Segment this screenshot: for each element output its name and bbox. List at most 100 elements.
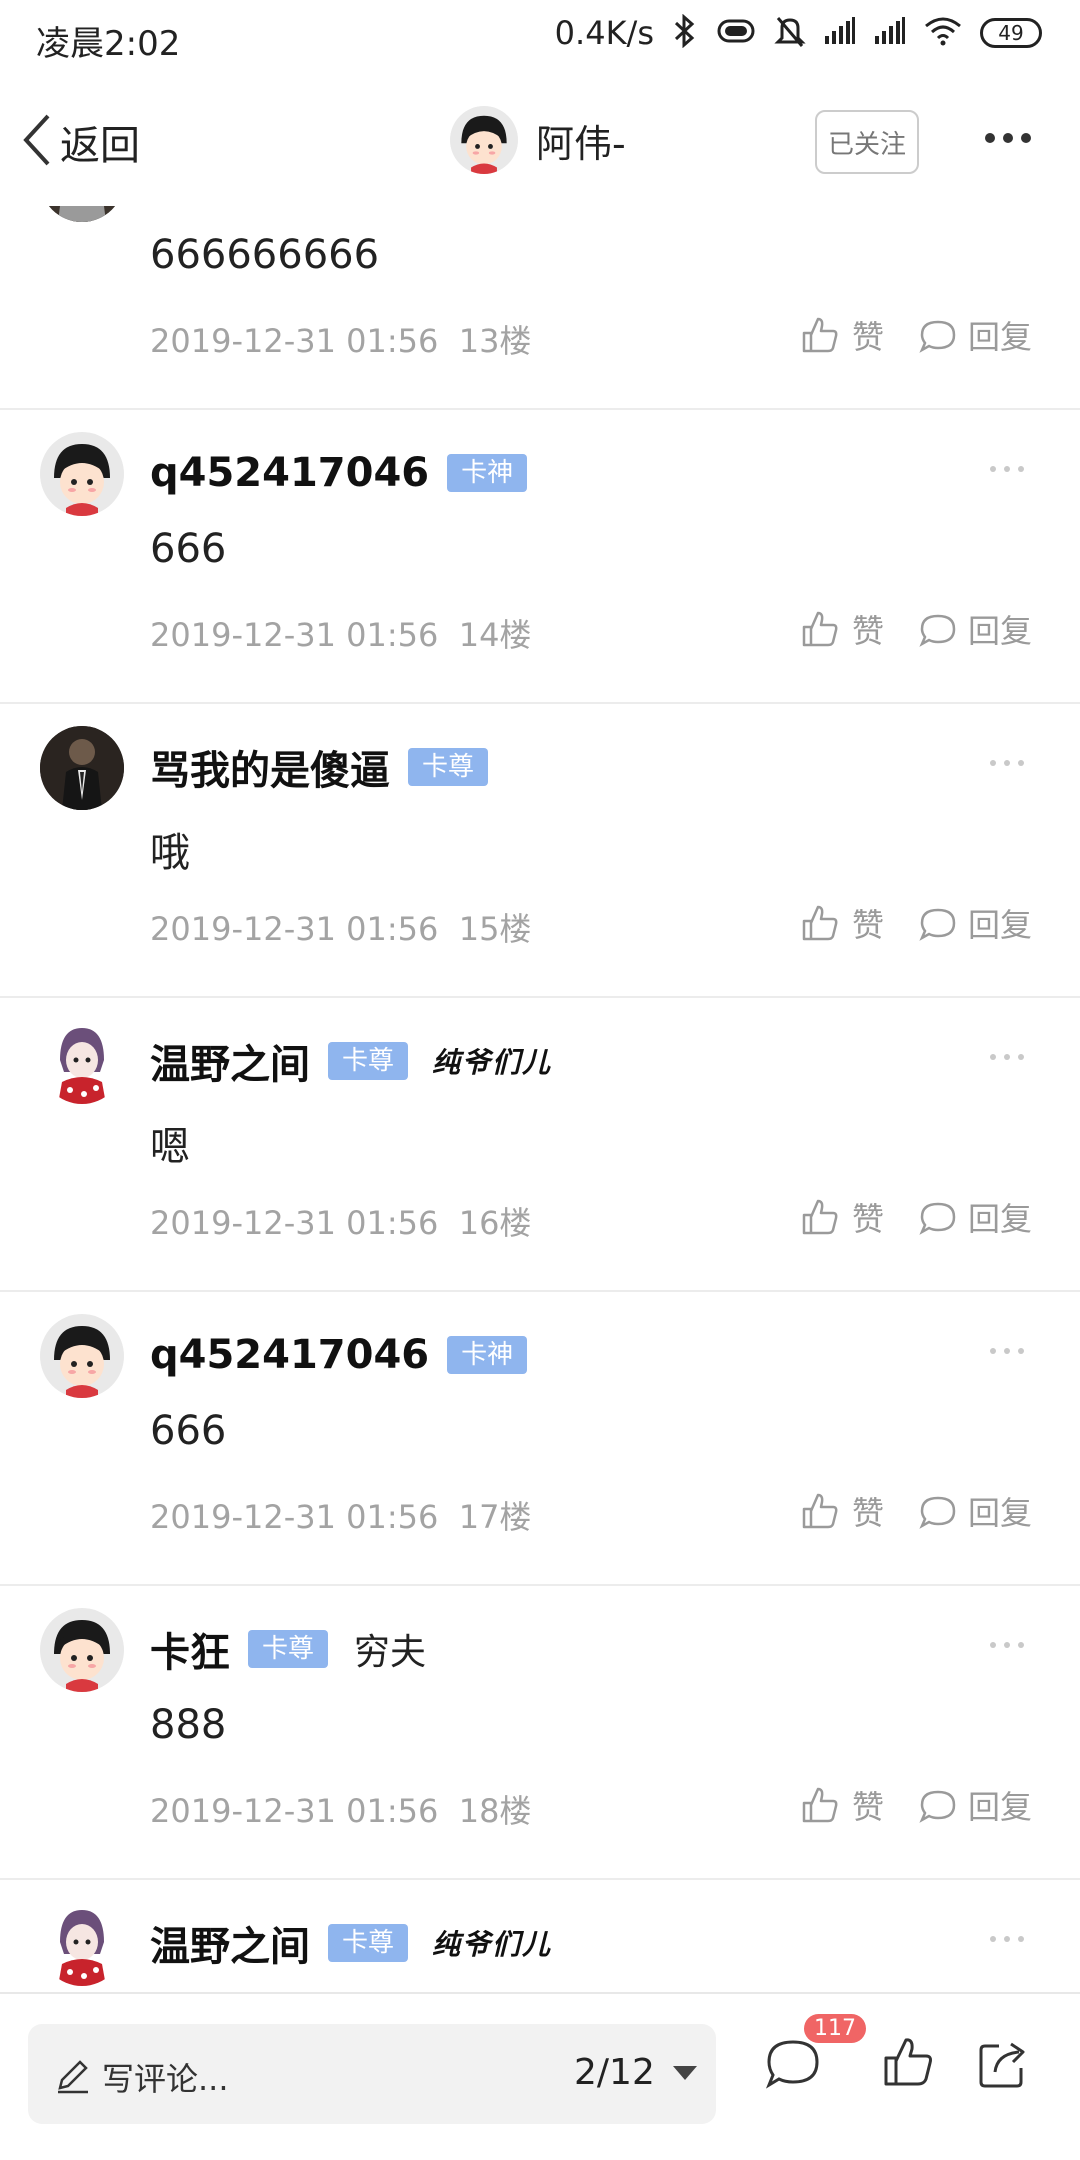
- comment-more-icon[interactable]: [990, 1348, 1024, 1354]
- like-post-button[interactable]: [880, 2034, 936, 2094]
- comment-text: 666: [150, 1408, 227, 1454]
- comment-placeholder: 写评论...: [102, 2060, 229, 2098]
- author-info[interactable]: 阿伟-: [450, 106, 626, 174]
- signal-icon: [874, 16, 906, 50]
- commenter-name[interactable]: 卡狂: [150, 1620, 230, 1678]
- like-button[interactable]: 赞: [800, 1782, 884, 1828]
- pencil-icon: [54, 2056, 92, 2098]
- comment-header: q452417046 卡神: [150, 1326, 528, 1384]
- comment-text: 888: [150, 1702, 227, 1748]
- reply-button[interactable]: 回复: [918, 1488, 1032, 1534]
- comment-item: 骂我的是傻逼 卡尊 哦 2019-12-31 01:56 15楼 赞 回复: [0, 704, 1080, 998]
- mute-icon: [774, 14, 806, 52]
- comment-input[interactable]: 写评论... 2/12: [28, 2024, 716, 2124]
- level-badge: 卡神: [447, 454, 528, 492]
- comment-item: q452417046 卡神 666 2019-12-31 01:56 17楼 赞…: [0, 1292, 1080, 1586]
- comment-item: 卡狂 卡尊 穷夫 888 2019-12-31 01:56 18楼 赞 回复: [0, 1586, 1080, 1880]
- commenter-name[interactable]: q452417046: [150, 1332, 429, 1378]
- like-button[interactable]: 赞: [800, 1194, 884, 1240]
- page-indicator[interactable]: 2/12: [574, 2052, 655, 2093]
- comment-floor: 17楼: [458, 1498, 532, 1536]
- level-badge: 卡尊: [408, 748, 489, 786]
- cartoon-avatar-icon[interactable]: [40, 1608, 124, 1692]
- commenter-name[interactable]: q452417046: [150, 450, 429, 496]
- follow-button[interactable]: 已关注: [815, 110, 919, 174]
- comment-more-icon[interactable]: [990, 466, 1024, 472]
- comment-date: 2019-12-31 01:56: [150, 322, 439, 360]
- comment-meta: 2019-12-31 01:56 18楼: [150, 1786, 531, 1832]
- comment-text: 666: [150, 526, 227, 572]
- level-badge: 卡尊: [248, 1630, 329, 1668]
- caret-down-icon[interactable]: [673, 2066, 697, 2080]
- more-dots-icon[interactable]: [985, 133, 1031, 143]
- comment-more-icon[interactable]: [990, 760, 1024, 766]
- comment-floor: 14楼: [458, 616, 532, 654]
- comment-header: 骂我的是傻逼 卡尊: [150, 738, 489, 796]
- vibrate-icon: [716, 16, 756, 50]
- user-tag: 穷夫: [354, 1632, 427, 1673]
- commenter-name[interactable]: 骂我的是傻逼: [150, 738, 390, 796]
- reply-label: 回复: [968, 318, 1033, 356]
- share-button[interactable]: [975, 2036, 1031, 2096]
- thumb-up-icon: [802, 1199, 838, 1235]
- reply-button[interactable]: 回复: [918, 312, 1032, 358]
- like-button[interactable]: 赞: [800, 1488, 884, 1534]
- net-speed: 0.4K/s: [554, 14, 654, 52]
- comment-meta: 2019-12-31 01:56 16楼: [150, 1198, 531, 1244]
- comment-item: 温野之间 卡尊 纯爷们儿: [0, 1880, 1080, 1992]
- chat-bubble-icon: [919, 1496, 956, 1529]
- like-label: 赞: [852, 1200, 885, 1238]
- reply-button[interactable]: 回复: [918, 606, 1032, 652]
- reply-label: 回复: [968, 1494, 1033, 1532]
- chat-bubble-icon: [919, 908, 956, 941]
- chat-bubble-icon: [919, 1202, 956, 1235]
- top-header: 返回 阿伟- 已关注: [0, 78, 1080, 206]
- anime-avatar-icon[interactable]: [40, 1902, 124, 1986]
- dark-avatar-icon[interactable]: [40, 206, 124, 222]
- anime-avatar-icon[interactable]: [40, 1020, 124, 1104]
- share-icon: [979, 2042, 1025, 2088]
- comments-button[interactable]: [765, 2038, 821, 2094]
- commenter-name[interactable]: 温野之间: [150, 1032, 310, 1090]
- reply-button[interactable]: 回复: [918, 1194, 1032, 1240]
- reply-button[interactable]: 回复: [918, 1782, 1032, 1828]
- status-bar: 凌晨2:02 0.4K/s 49: [0, 0, 1080, 78]
- thumb-up-icon: [802, 1787, 838, 1823]
- comment-text: 嗯: [150, 1124, 190, 1170]
- comment-text: 哦: [150, 830, 190, 876]
- comment-count-badge: 117: [804, 2014, 866, 2043]
- thumb-up-icon: [802, 1493, 838, 1529]
- like-label: 赞: [852, 1494, 885, 1532]
- like-button[interactable]: 赞: [800, 900, 884, 946]
- reply-label: 回复: [968, 1200, 1033, 1238]
- comment-more-icon[interactable]: [990, 1642, 1024, 1648]
- level-badge: 卡尊: [328, 1042, 409, 1080]
- dark-avatar-icon[interactable]: [40, 726, 124, 810]
- like-button[interactable]: 赞: [800, 606, 884, 652]
- comment-header: 温野之间 卡尊 纯爷们儿: [150, 1914, 552, 1972]
- comment-meta: 2019-12-31 01:56 15楼: [150, 904, 531, 950]
- wifi-icon: [924, 16, 962, 50]
- chevron-left-icon: [20, 112, 54, 172]
- cartoon-avatar-icon[interactable]: [40, 1314, 124, 1398]
- like-label: 赞: [852, 1788, 885, 1826]
- comment-date: 2019-12-31 01:56: [150, 1204, 439, 1242]
- comment-meta: 2019-12-31 01:56 13楼: [150, 316, 531, 362]
- comment-header: q452417046 卡神: [150, 444, 528, 502]
- bluetooth-icon: [672, 13, 698, 52]
- battery-level: 49: [998, 21, 1024, 45]
- back-button[interactable]: 返回: [20, 112, 140, 172]
- author-avatar[interactable]: [450, 106, 518, 174]
- cartoon-avatar-icon[interactable]: [40, 432, 124, 516]
- comment-date: 2019-12-31 01:56: [150, 1792, 439, 1830]
- comment-feed[interactable]: 666666666 2019-12-31 01:56 13楼 赞 回复 q452…: [0, 206, 1080, 1992]
- comment-more-icon[interactable]: [990, 1054, 1024, 1060]
- comment-more-icon[interactable]: [990, 1936, 1024, 1942]
- like-button[interactable]: 赞: [800, 312, 884, 358]
- chat-bubble-icon: [919, 320, 956, 353]
- chat-bubble-icon: [765, 2040, 819, 2089]
- reply-button[interactable]: 回复: [918, 900, 1032, 946]
- commenter-name[interactable]: 温野之间: [150, 1914, 310, 1972]
- status-icons: 0.4K/s 49: [554, 13, 1042, 52]
- level-badge: 卡尊: [328, 1924, 409, 1962]
